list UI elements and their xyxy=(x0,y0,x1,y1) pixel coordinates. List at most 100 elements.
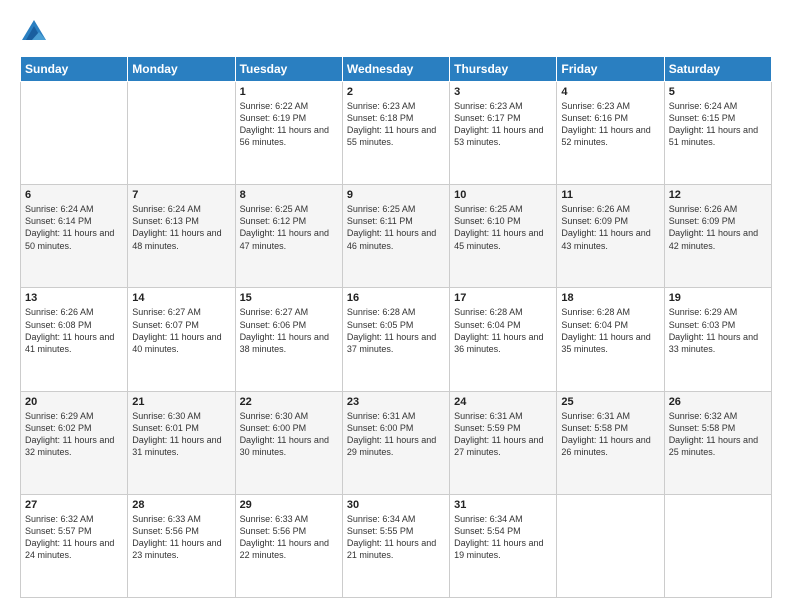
day-info: Sunrise: 6:32 AM Sunset: 5:57 PM Dayligh… xyxy=(25,513,123,562)
day-number: 3 xyxy=(454,86,552,98)
day-info: Sunrise: 6:32 AM Sunset: 5:58 PM Dayligh… xyxy=(669,410,767,459)
day-number: 13 xyxy=(25,292,123,304)
day-number: 4 xyxy=(561,86,659,98)
day-info: Sunrise: 6:27 AM Sunset: 6:06 PM Dayligh… xyxy=(240,306,338,355)
day-number: 31 xyxy=(454,499,552,511)
day-info: Sunrise: 6:31 AM Sunset: 5:58 PM Dayligh… xyxy=(561,410,659,459)
day-cell: 8 Sunrise: 6:25 AM Sunset: 6:12 PM Daylig… xyxy=(235,185,342,288)
week-row-4: 20 Sunrise: 6:29 AM Sunset: 6:02 PM Dayli… xyxy=(21,391,772,494)
week-row-2: 6 Sunrise: 6:24 AM Sunset: 6:14 PM Daylig… xyxy=(21,185,772,288)
day-info: Sunrise: 6:25 AM Sunset: 6:12 PM Dayligh… xyxy=(240,203,338,252)
day-cell: 3 Sunrise: 6:23 AM Sunset: 6:17 PM Daylig… xyxy=(450,82,557,185)
day-cell: 7Sunrise: 6:24 AM Sunset: 6:13 PM Daylig… xyxy=(128,185,235,288)
day-cell: 18Sunrise: 6:28 AM Sunset: 6:04 PM Dayli… xyxy=(557,288,664,391)
day-cell: 27 Sunrise: 6:32 AM Sunset: 5:57 PM Dayli… xyxy=(21,494,128,597)
day-number: 8 xyxy=(240,189,338,201)
day-cell: 19Sunrise: 6:29 AM Sunset: 6:03 PM Dayli… xyxy=(664,288,771,391)
calendar-header: SundayMondayTuesdayWednesdayThursdayFrid… xyxy=(21,57,772,82)
day-cell: 14 Sunrise: 6:27 AM Sunset: 6:07 PM Dayli… xyxy=(128,288,235,391)
day-cell: 11 Sunrise: 6:26 AM Sunset: 6:09 PM Dayli… xyxy=(557,185,664,288)
page: SundayMondayTuesdayWednesdayThursdayFrid… xyxy=(0,0,792,612)
day-number: 6 xyxy=(25,189,123,201)
day-number: 30 xyxy=(347,499,445,511)
day-info: Sunrise: 6:24 AM Sunset: 6:14 PM Dayligh… xyxy=(25,203,123,252)
day-cell: 4 Sunrise: 6:23 AM Sunset: 6:16 PM Daylig… xyxy=(557,82,664,185)
day-number: 11 xyxy=(561,189,659,201)
day-info: Sunrise: 6:23 AM Sunset: 6:16 PM Dayligh… xyxy=(561,100,659,149)
day-cell xyxy=(128,82,235,185)
day-number: 19 xyxy=(669,292,767,304)
day-info: Sunrise: 6:34 AM Sunset: 5:55 PM Dayligh… xyxy=(347,513,445,562)
day-info: Sunrise: 6:33 AM Sunset: 5:56 PM Dayligh… xyxy=(240,513,338,562)
day-number: 26 xyxy=(669,396,767,408)
day-info: Sunrise: 6:23 AM Sunset: 6:17 PM Dayligh… xyxy=(454,100,552,149)
logo xyxy=(20,18,52,46)
day-number: 12 xyxy=(669,189,767,201)
day-cell: 21Sunrise: 6:30 AM Sunset: 6:01 PM Dayli… xyxy=(128,391,235,494)
week-row-1: 1 Sunrise: 6:22 AM Sunset: 6:19 PM Daylig… xyxy=(21,82,772,185)
day-number: 7 xyxy=(132,189,230,201)
day-info: Sunrise: 6:25 AM Sunset: 6:10 PM Dayligh… xyxy=(454,203,552,252)
day-cell: 9Sunrise: 6:25 AM Sunset: 6:11 PM Daylig… xyxy=(342,185,449,288)
day-number: 27 xyxy=(25,499,123,511)
logo-icon xyxy=(20,18,48,46)
day-info: Sunrise: 6:25 AM Sunset: 6:11 PM Dayligh… xyxy=(347,203,445,252)
day-cell: 20 Sunrise: 6:29 AM Sunset: 6:02 PM Dayli… xyxy=(21,391,128,494)
day-number: 16 xyxy=(347,292,445,304)
day-info: Sunrise: 6:34 AM Sunset: 5:54 PM Dayligh… xyxy=(454,513,552,562)
day-info: Sunrise: 6:26 AM Sunset: 6:09 PM Dayligh… xyxy=(561,203,659,252)
day-info: Sunrise: 6:28 AM Sunset: 6:05 PM Dayligh… xyxy=(347,306,445,355)
day-number: 29 xyxy=(240,499,338,511)
day-cell: 16 Sunrise: 6:28 AM Sunset: 6:05 PM Dayli… xyxy=(342,288,449,391)
day-cell xyxy=(21,82,128,185)
day-cell: 28 Sunrise: 6:33 AM Sunset: 5:56 PM Dayli… xyxy=(128,494,235,597)
header-cell-wednesday: Wednesday xyxy=(342,57,449,82)
day-cell: 13 Sunrise: 6:26 AM Sunset: 6:08 PM Dayli… xyxy=(21,288,128,391)
day-cell: 2 Sunrise: 6:23 AM Sunset: 6:18 PM Daylig… xyxy=(342,82,449,185)
header xyxy=(20,18,772,46)
week-row-5: 27 Sunrise: 6:32 AM Sunset: 5:57 PM Dayli… xyxy=(21,494,772,597)
header-cell-saturday: Saturday xyxy=(664,57,771,82)
day-cell: 5Sunrise: 6:24 AM Sunset: 6:15 PM Daylig… xyxy=(664,82,771,185)
day-info: Sunrise: 6:29 AM Sunset: 6:02 PM Dayligh… xyxy=(25,410,123,459)
day-info: Sunrise: 6:26 AM Sunset: 6:09 PM Dayligh… xyxy=(669,203,767,252)
day-info: Sunrise: 6:28 AM Sunset: 6:04 PM Dayligh… xyxy=(454,306,552,355)
week-row-3: 13 Sunrise: 6:26 AM Sunset: 6:08 PM Dayli… xyxy=(21,288,772,391)
day-number: 1 xyxy=(240,86,338,98)
day-number: 5 xyxy=(669,86,767,98)
day-number: 2 xyxy=(347,86,445,98)
header-cell-thursday: Thursday xyxy=(450,57,557,82)
header-cell-sunday: Sunday xyxy=(21,57,128,82)
day-cell: 29 Sunrise: 6:33 AM Sunset: 5:56 PM Dayli… xyxy=(235,494,342,597)
day-cell: 12 Sunrise: 6:26 AM Sunset: 6:09 PM Dayli… xyxy=(664,185,771,288)
day-info: Sunrise: 6:31 AM Sunset: 5:59 PM Dayligh… xyxy=(454,410,552,459)
day-number: 17 xyxy=(454,292,552,304)
day-info: Sunrise: 6:33 AM Sunset: 5:56 PM Dayligh… xyxy=(132,513,230,562)
day-cell: 1 Sunrise: 6:22 AM Sunset: 6:19 PM Daylig… xyxy=(235,82,342,185)
day-number: 20 xyxy=(25,396,123,408)
day-cell: 17 Sunrise: 6:28 AM Sunset: 6:04 PM Dayli… xyxy=(450,288,557,391)
day-info: Sunrise: 6:28 AM Sunset: 6:04 PM Dayligh… xyxy=(561,306,659,355)
calendar-table: SundayMondayTuesdayWednesdayThursdayFrid… xyxy=(20,56,772,598)
day-cell: 22 Sunrise: 6:30 AM Sunset: 6:00 PM Dayli… xyxy=(235,391,342,494)
day-cell: 15Sunrise: 6:27 AM Sunset: 6:06 PM Dayli… xyxy=(235,288,342,391)
day-info: Sunrise: 6:26 AM Sunset: 6:08 PM Dayligh… xyxy=(25,306,123,355)
day-cell: 26 Sunrise: 6:32 AM Sunset: 5:58 PM Dayli… xyxy=(664,391,771,494)
day-cell xyxy=(557,494,664,597)
day-cell: 31 Sunrise: 6:34 AM Sunset: 5:54 PM Dayli… xyxy=(450,494,557,597)
header-row: SundayMondayTuesdayWednesdayThursdayFrid… xyxy=(21,57,772,82)
day-cell xyxy=(664,494,771,597)
day-number: 28 xyxy=(132,499,230,511)
day-number: 24 xyxy=(454,396,552,408)
day-cell: 24 Sunrise: 6:31 AM Sunset: 5:59 PM Dayli… xyxy=(450,391,557,494)
day-info: Sunrise: 6:30 AM Sunset: 6:01 PM Dayligh… xyxy=(132,410,230,459)
day-cell: 30 Sunrise: 6:34 AM Sunset: 5:55 PM Dayli… xyxy=(342,494,449,597)
day-number: 10 xyxy=(454,189,552,201)
day-number: 22 xyxy=(240,396,338,408)
header-cell-friday: Friday xyxy=(557,57,664,82)
day-number: 14 xyxy=(132,292,230,304)
day-info: Sunrise: 6:30 AM Sunset: 6:00 PM Dayligh… xyxy=(240,410,338,459)
day-info: Sunrise: 6:27 AM Sunset: 6:07 PM Dayligh… xyxy=(132,306,230,355)
day-info: Sunrise: 6:23 AM Sunset: 6:18 PM Dayligh… xyxy=(347,100,445,149)
day-info: Sunrise: 6:22 AM Sunset: 6:19 PM Dayligh… xyxy=(240,100,338,149)
